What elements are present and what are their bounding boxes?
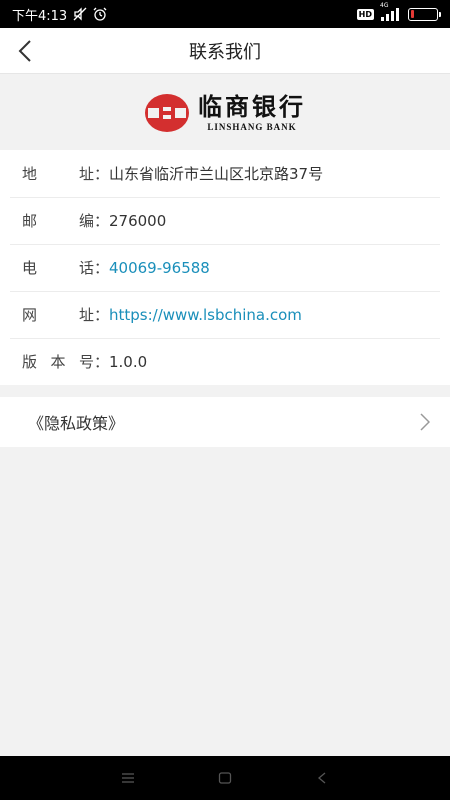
phone-row: 电 话： 40069-96588 — [0, 244, 450, 291]
status-time: 下午4:13 — [12, 8, 68, 24]
page-title: 联系我们 — [189, 41, 261, 63]
battery-fill — [410, 10, 415, 18]
address-value: 山东省临沂市兰山区北京路37号 — [109, 165, 324, 183]
phone-label: 电 话： — [22, 259, 109, 277]
mute-icon — [73, 7, 87, 21]
home-icon — [218, 772, 232, 784]
bank-name-en: LINSHANG BANK — [207, 122, 297, 132]
alarm-icon — [93, 7, 107, 21]
bank-name-cn: 临商银行 — [198, 92, 306, 121]
back-button[interactable] — [10, 36, 40, 66]
website-link[interactable]: https://www.lsbchina.com — [109, 306, 302, 324]
version-row: 版 本 号： 1.0.0 — [0, 338, 450, 385]
postcode-row: 邮 编： 276000 — [0, 197, 450, 244]
website-row: 网 址： https://www.lsbchina.com — [0, 291, 450, 338]
menu-icon — [122, 773, 135, 783]
version-value: 1.0.0 — [109, 352, 148, 371]
website-label: 网 址： — [22, 306, 109, 324]
back-chevron-icon — [18, 40, 31, 62]
phone-link[interactable]: 40069-96588 — [109, 259, 210, 277]
hd-badge: HD — [356, 8, 374, 20]
version-label: 版 本 号： — [22, 353, 109, 371]
system-nav-bar — [0, 756, 450, 800]
network-label: 4G — [380, 2, 389, 9]
signal-icon: 4G — [380, 2, 402, 21]
privacy-policy-row[interactable]: 《隐私政策》 — [0, 397, 450, 447]
chevron-right-icon — [420, 413, 430, 431]
bank-logo: 临商银行 LINSHANG BANK — [144, 93, 306, 133]
status-bar: 下午4:13 HD 4G — [0, 0, 450, 28]
address-row: 地 址： 山东省临沂市兰山区北京路37号 — [0, 150, 450, 197]
logo-area: 临商银行 LINSHANG BANK — [0, 75, 450, 150]
postcode-value: 276000 — [109, 211, 167, 230]
home-button[interactable] — [205, 763, 245, 793]
nav-bar: 联系我们 — [0, 28, 450, 74]
battery-icon — [408, 7, 441, 21]
address-label: 地 址： — [22, 165, 109, 183]
menu-button[interactable] — [108, 763, 148, 793]
bank-emblem-icon — [145, 93, 189, 132]
system-back-button[interactable] — [302, 763, 342, 793]
contact-info-list: 地 址： 山东省临沂市兰山区北京路37号 邮 编： 276000 电 话： 40… — [0, 150, 450, 385]
privacy-policy-label: 《隐私政策》 — [28, 414, 125, 433]
back-triangle-icon — [317, 772, 326, 784]
postcode-label: 邮 编： — [22, 212, 109, 230]
